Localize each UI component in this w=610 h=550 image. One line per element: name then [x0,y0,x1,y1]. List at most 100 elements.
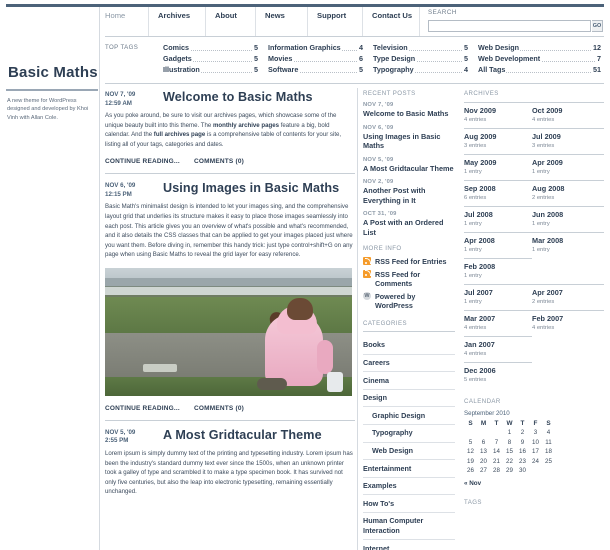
calendar-day[interactable]: 23 [516,457,529,467]
calendar-day[interactable]: 25 [542,457,555,467]
calendar-day[interactable]: 27 [477,466,490,476]
nav-item-about[interactable]: About [215,11,237,20]
recent-post-title[interactable]: Using Images in Basic Maths [363,132,455,151]
archive-month-cell[interactable]: Apr 2008 1 entry [464,236,532,254]
archive-month[interactable]: Sep 2008 [464,184,532,193]
post-title[interactable]: Using Images in Basic Maths [163,181,355,196]
calendar-day[interactable]: 6 [477,438,490,448]
archive-month-cell[interactable]: Mar 2007 4 entries [464,314,532,332]
archive-month[interactable]: Apr 2007 [532,288,600,297]
search-input[interactable] [428,20,591,32]
calendar-day[interactable]: 19 [464,457,477,467]
calendar-day[interactable]: 26 [464,466,477,476]
archive-month-cell[interactable]: Jan 2007 4 entries [464,340,532,358]
comments-link[interactable]: COMMENTS (0) [194,158,244,165]
calendar-day[interactable]: 30 [516,466,529,476]
calendar-day[interactable]: 18 [542,447,555,457]
nav-item-contact-us[interactable]: Contact Us [372,11,412,20]
archive-month[interactable]: Feb 2008 [464,262,532,271]
calendar-day[interactable]: 28 [490,466,503,476]
archive-month[interactable]: Mar 2008 [532,236,600,245]
recent-post-title[interactable]: Welcome to Basic Maths [363,109,455,119]
archive-month-cell[interactable]: Apr 2009 1 entry [532,158,600,176]
search-go-icon[interactable]: GO [592,20,603,32]
category-item[interactable]: Design [363,390,455,408]
calendar-day[interactable]: 5 [464,438,477,448]
category-item[interactable]: Internet [363,540,455,550]
archive-month[interactable]: Jun 2008 [532,210,600,219]
archive-month[interactable]: Jul 2007 [464,288,532,297]
category-item[interactable]: Graphic Design [363,407,455,425]
category-item[interactable]: Careers [363,355,455,373]
archive-month-cell[interactable]: Oct 2009 4 entries [532,106,600,124]
category-item[interactable]: Typography [363,425,455,443]
calendar-day[interactable]: 13 [477,447,490,457]
calendar-day[interactable]: 14 [490,447,503,457]
post-title[interactable]: A Most Gridtacular Theme [163,428,355,443]
archive-month[interactable]: Aug 2009 [464,132,532,141]
recent-post-title[interactable]: A Most Gridtacular Theme [363,164,455,174]
top-tag-item[interactable]: Comics 5 [163,42,258,53]
archive-month-cell[interactable]: Nov 2009 4 entries [464,106,532,124]
archive-month-cell[interactable]: Jun 2008 1 entry [532,210,600,228]
archive-month-cell[interactable]: Jul 2008 1 entry [464,210,532,228]
comments-link[interactable]: COMMENTS (0) [194,405,244,412]
calendar-day[interactable]: 29 [503,466,516,476]
nav-item-news[interactable]: News [265,11,285,20]
top-tag-item[interactable]: All Tags 51 [478,64,601,75]
archive-month-cell[interactable]: Mar 2008 1 entry [532,236,600,254]
category-item[interactable]: Web Design [363,443,455,461]
category-item[interactable]: Examples [363,478,455,496]
top-tag-item[interactable]: Web Development 7 [478,53,601,64]
post-title[interactable]: Welcome to Basic Maths [163,90,355,105]
archive-month[interactable]: Apr 2008 [464,236,532,245]
top-tag-item[interactable]: Web Design 12 [478,42,601,53]
calendar-day[interactable]: 12 [464,447,477,457]
calendar-day[interactable]: 11 [542,438,555,448]
calendar-day[interactable]: 4 [542,428,555,438]
site-brand[interactable]: Basic Maths [8,64,98,81]
top-tag-item[interactable]: Information Graphics 4 [268,42,363,53]
continue-reading-link[interactable]: CONTINUE READING... [105,405,180,412]
calendar-day[interactable]: 7 [490,438,503,448]
recent-post-item[interactable]: NOV 5, '09 A Most Gridtacular Theme [363,157,455,174]
recent-post-item[interactable]: NOV 7, '09 Welcome to Basic Maths [363,102,455,119]
top-tag-item[interactable]: Typography 4 [373,64,468,75]
calendar-day[interactable]: 15 [503,447,516,457]
archive-month-cell[interactable]: Jul 2007 1 entry [464,288,532,306]
archive-month[interactable]: Feb 2007 [532,314,600,323]
archive-month-cell[interactable]: Aug 2008 2 entries [532,184,600,202]
archive-month-cell[interactable]: Apr 2007 2 entries [532,288,600,306]
category-item[interactable]: Books [363,337,455,355]
archive-month[interactable]: Jan 2007 [464,340,532,349]
recent-post-title[interactable]: Another Post with Everything in It [363,186,455,205]
post-body-link[interactable]: full archives page [154,131,205,138]
top-tag-item[interactable]: Software 5 [268,64,363,75]
more-info-item[interactable]: W Powered by WordPress [363,291,455,311]
top-tag-item[interactable]: Type Design 5 [373,53,468,64]
category-item[interactable]: Cinema [363,372,455,390]
archive-month[interactable]: Nov 2009 [464,106,532,115]
category-item[interactable]: Human Computer Interaction [363,513,455,541]
top-tag-item[interactable]: Gadgets 5 [163,53,258,64]
nav-item-home[interactable]: Home [105,11,125,20]
calendar-day[interactable]: 21 [490,457,503,467]
archive-month-cell[interactable]: Jul 2009 3 entries [532,132,600,150]
calendar-day[interactable]: 16 [516,447,529,457]
archive-month[interactable]: Dec 2006 [464,366,532,375]
recent-post-item[interactable]: OCT 31, '09 A Post with an Ordered List [363,211,455,237]
post-body-link[interactable]: monthly archive pages [213,122,279,129]
calendar-day[interactable]: 10 [529,438,542,448]
continue-reading-link[interactable]: CONTINUE READING... [105,158,180,165]
archive-month[interactable]: Jul 2009 [532,132,600,141]
top-tag-item[interactable]: Illustration 5 [163,64,258,75]
calendar-day[interactable]: 1 [503,428,516,438]
archive-month[interactable]: Mar 2007 [464,314,532,323]
calendar-prev-link[interactable]: « Nov [464,480,604,487]
more-info-item[interactable]: RSS Feed for Comments [363,269,455,289]
calendar-day[interactable]: 3 [529,428,542,438]
recent-post-item[interactable]: NOV 6, '09 Using Images in Basic Maths [363,125,455,151]
calendar-day[interactable]: 9 [516,438,529,448]
recent-post-item[interactable]: NOV 2, '09 Another Post with Everything i… [363,179,455,205]
calendar-day[interactable]: 20 [477,457,490,467]
